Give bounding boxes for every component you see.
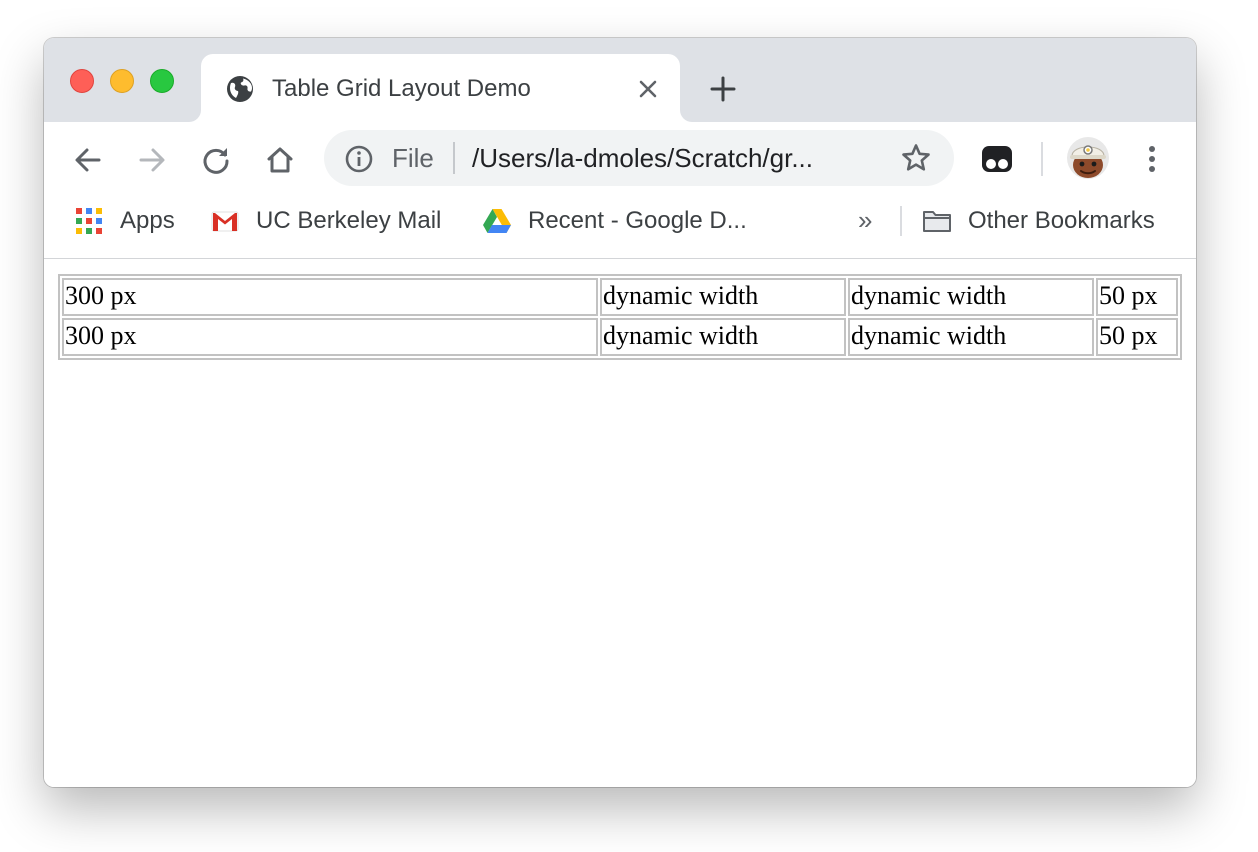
- url-separator: [453, 142, 455, 174]
- reload-icon[interactable]: [200, 144, 232, 176]
- tab-title: Table Grid Layout Demo: [272, 75, 531, 102]
- new-tab-plus-icon[interactable]: [708, 74, 738, 104]
- table-cell: dynamic width: [600, 278, 846, 316]
- globe-icon: [227, 76, 253, 102]
- url-scheme-label: File: [392, 143, 434, 173]
- table-cell: dynamic width: [848, 278, 1094, 316]
- bookmark-label: UC Berkeley Mail: [256, 207, 442, 234]
- toolbar: File /Users/la-dmoles/Scratch/gr...: [44, 122, 1196, 196]
- bookmark-label: Apps: [120, 207, 175, 234]
- bookmark-label: Other Bookmarks: [968, 207, 1155, 234]
- home-icon[interactable]: [264, 144, 296, 176]
- address-bar[interactable]: File /Users/la-dmoles/Scratch/gr...: [324, 130, 954, 186]
- table-cell: 50 px: [1096, 278, 1178, 316]
- toolbar-divider: [1041, 142, 1043, 176]
- tab-strip: Table Grid Layout Demo: [44, 38, 1196, 122]
- table-row: 300 px dynamic width dynamic width 50 px: [62, 278, 1178, 316]
- menu-kebab-icon[interactable]: [1137, 142, 1167, 176]
- window-close-button[interactable]: [70, 69, 94, 93]
- url-text[interactable]: /Users/la-dmoles/Scratch/gr...: [472, 142, 892, 174]
- bookmarks-bar: Apps UC Berkeley Mail Recent - Google D.…: [44, 196, 1196, 259]
- page-content: 300 px dynamic width dynamic width 50 px…: [44, 259, 1196, 787]
- table-cell: 50 px: [1096, 318, 1178, 356]
- window-minimize-button[interactable]: [110, 69, 134, 93]
- tab-close-icon[interactable]: [635, 76, 661, 102]
- folder-icon: [923, 211, 951, 232]
- bookmarks-divider: [900, 206, 902, 236]
- bookmarks-overflow-chevron[interactable]: »: [858, 204, 872, 236]
- table-cell: dynamic width: [600, 318, 846, 356]
- bookmark-other-bookmarks[interactable]: Other Bookmarks: [922, 196, 1155, 246]
- gmail-icon: [211, 211, 239, 232]
- google-drive-icon: [483, 209, 511, 233]
- window-zoom-button[interactable]: [150, 69, 174, 93]
- extension-icon[interactable]: [980, 142, 1014, 176]
- table-cell: dynamic width: [848, 318, 1094, 356]
- table-cell: 300 px: [62, 318, 598, 356]
- table-row: 300 px dynamic width dynamic width 50 px: [62, 318, 1178, 356]
- grid-table: 300 px dynamic width dynamic width 50 px…: [58, 274, 1182, 360]
- bookmark-uc-berkeley-mail[interactable]: UC Berkeley Mail: [210, 196, 441, 246]
- table-cell: 300 px: [62, 278, 598, 316]
- back-arrow-icon[interactable]: [72, 144, 104, 176]
- forward-arrow-icon[interactable]: [136, 144, 168, 176]
- browser-window: Table Grid Layout Demo File /Users/la-dm…: [44, 38, 1196, 787]
- info-icon[interactable]: [344, 144, 374, 174]
- tab-active[interactable]: Table Grid Layout Demo: [201, 54, 680, 122]
- bookmark-apps[interactable]: Apps: [74, 196, 175, 246]
- apps-grid-icon: [76, 208, 102, 234]
- bookmark-google-drive[interactable]: Recent - Google D...: [482, 196, 747, 246]
- bookmark-star-icon[interactable]: [900, 142, 932, 174]
- bookmark-label: Recent - Google D...: [528, 207, 747, 234]
- profile-avatar[interactable]: [1066, 136, 1110, 180]
